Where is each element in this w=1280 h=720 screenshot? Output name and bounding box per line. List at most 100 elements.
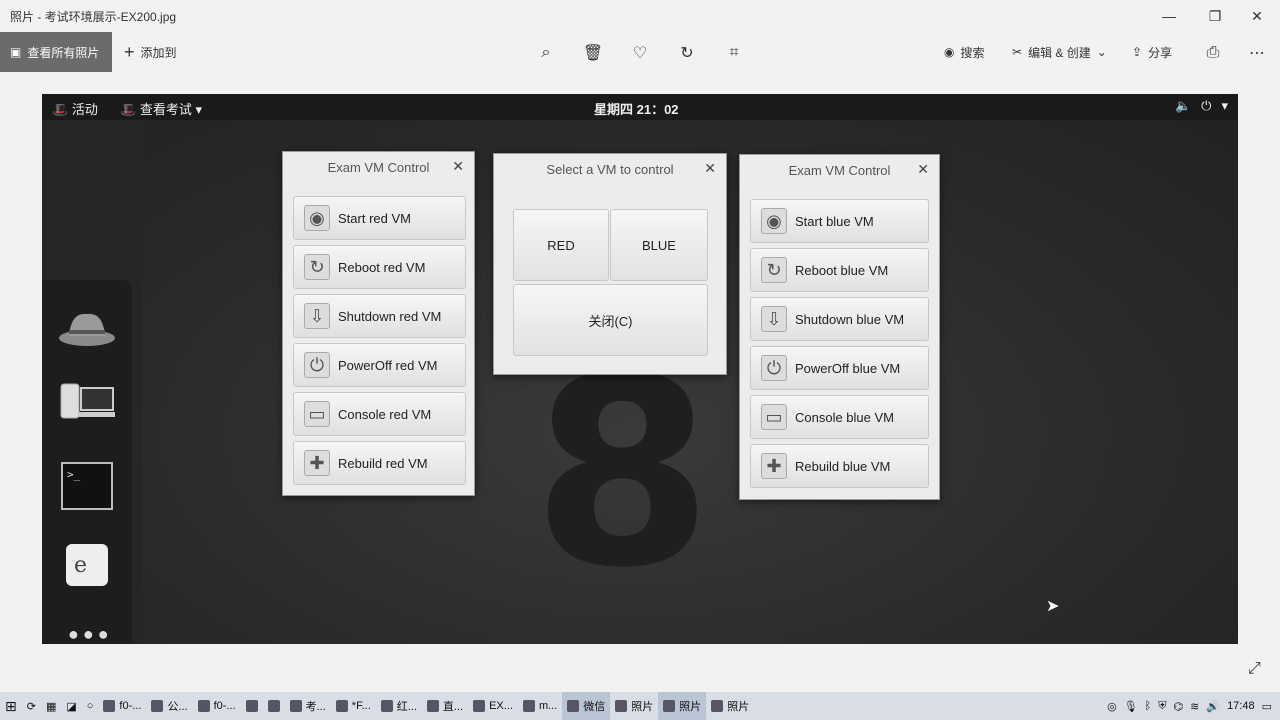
plus-icon: + [124,41,135,62]
activities-label: 活动 [71,102,98,117]
zoom-icon[interactable]: ⌕ [533,40,559,66]
reboot-blue-vm-button[interactable]: ↻ Reboot blue VM [750,248,929,292]
poweroff-red-vm-button[interactable]: ⏻ PowerOff red VM [293,343,466,387]
taskbar-item[interactable]: 照片 [658,692,707,720]
console-blue-vm-button[interactable]: ▭ Console blue VM [750,395,929,439]
shutdown-red-vm-button[interactable]: ⇩ Shutdown red VM [293,294,466,338]
start-blue-vm-button[interactable]: ◉ Start blue VM [750,199,929,243]
poweroff-blue-vm-button[interactable]: ⏻ PowerOff blue VM [750,346,929,390]
tray-icon[interactable]: ◎ [1107,700,1117,713]
fullscreen-icon[interactable]: ⤢ [1248,660,1261,678]
reboot-red-vm-button[interactable]: ↻ Reboot red VM [293,245,466,289]
shutdown-blue-vm-button[interactable]: ⇩ Shutdown blue VM [750,297,929,341]
background-logo: 8 [532,323,713,625]
taskbar-label: 微信 [583,701,606,713]
rotate-icon[interactable]: ↻ [674,40,700,66]
edit-create-button[interactable]: ✂ 编辑 & 创建 ⌄ [1012,38,1107,66]
dock-terminal-app[interactable]: >_ [54,460,120,512]
share-button[interactable]: ⇪ 分享 [1132,38,1172,66]
mic-icon[interactable]: 🎙 [1124,700,1138,713]
app-button[interactable] [241,692,263,720]
add-to-button[interactable]: + 添加到 [124,38,177,66]
taskbar-label: 直... [442,701,464,713]
app-icon [522,700,535,712]
refresh-icon: ⟳ [26,700,36,713]
taskbar-item[interactable]: 照片 [610,692,658,720]
print-icon[interactable]: ⎙ [1200,40,1226,66]
taskbar-item[interactable]: m... [518,692,562,720]
taskbar-item[interactable]: f0-... [193,692,241,720]
dialog-title: Exam VM Control [788,163,891,178]
dock-editor-app[interactable]: e [54,542,120,588]
app-icon [335,700,348,712]
taskview-button[interactable]: ⟳ [22,692,41,720]
system-tray: ◎ 🎙 ᛒ ⛨ ⌬ ≋ 🔊 17:48 ▭ [1107,692,1280,720]
network-icon[interactable]: ⌬ [1174,700,1184,713]
view-all-photos-label: 查看所有照片 [27,45,100,60]
wechat-icon [567,700,580,712]
dialog-header: Exam VM Control ✕ [283,152,474,182]
taskbar-item[interactable]: *F... [331,692,376,720]
app-button[interactable] [263,692,285,720]
clock[interactable]: 星期四 21：02 [594,99,679,118]
close-window-button[interactable]: ✕ [1234,4,1280,28]
search-button[interactable]: ◉ 搜索 [944,38,985,66]
app-icon: ◪ [66,700,77,713]
taskbar-item[interactable]: f0-... [98,692,146,720]
start-button[interactable]: ⊞ [0,692,22,720]
start-red-vm-button[interactable]: ◉ Start red VM [293,196,466,240]
close-button[interactable]: 关闭(C) [513,284,708,356]
close-icon[interactable]: ✕ [704,160,716,177]
console-red-vm-button[interactable]: ▭ Console red VM [293,392,466,436]
favorite-icon[interactable]: ♡ [627,40,653,66]
dock-vm-app[interactable] [54,380,120,424]
app-icon [473,700,486,712]
app-menu[interactable]: 🎩 查看考试 ▾ [120,99,202,118]
red-vm-button[interactable]: RED [513,209,609,281]
activities-button[interactable]: 🎩 活动 [52,99,98,118]
taskbar-item[interactable]: 照片 [706,692,754,720]
dock-redhat-app[interactable] [54,302,120,352]
wifi-icon[interactable]: ≋ [1190,700,1199,713]
taskbar-item[interactable]: EX... [468,692,518,720]
taskbar-label: *F... [351,700,371,712]
app-button[interactable]: ◪ [61,692,81,720]
delete-icon[interactable]: 🗑 [580,40,606,66]
taskbar-label: 照片 [631,701,654,713]
photo-icon: ▣ [10,45,22,59]
add-to-label: 添加到 [140,45,177,60]
more-icon[interactable]: ⋯ [1244,40,1270,66]
show-apps-icon[interactable]: ●●● [68,624,113,644]
terminal-icon: >_ [61,462,113,510]
app-icon [197,700,210,712]
dialog-title: Select a VM to control [546,162,674,177]
taskbar-item[interactable]: 红... [376,692,422,720]
rebuild-blue-vm-button[interactable]: ✚ Rebuild blue VM [750,444,929,488]
notification-icon[interactable]: ▭ [1262,700,1272,713]
bluetooth-icon[interactable]: ᛒ [1145,700,1152,712]
close-icon[interactable]: ✕ [917,161,929,178]
photos-icon [663,700,676,712]
taskbar-item[interactable]: 公... [146,692,192,720]
crop-icon[interactable]: ⌗ [721,40,747,66]
rebuild-red-vm-button[interactable]: ✚ Rebuild red VM [293,441,466,485]
system-tray[interactable]: 🔈 ⏻ ▾ [1175,98,1228,114]
power-icon: ⏻ [761,355,787,381]
search-label: 搜索 [960,45,985,60]
close-icon[interactable]: ✕ [452,158,464,175]
clock[interactable]: 17:48 [1227,700,1255,712]
shield-icon[interactable]: ⛨ [1158,700,1166,713]
volume-icon[interactable]: 🔊 [1206,700,1220,713]
app-button[interactable]: ○ [82,692,99,720]
maximize-button[interactable]: ❐ [1192,4,1238,28]
taskbar-item[interactable]: 考... [285,692,331,720]
reboot-icon: ↻ [304,254,330,280]
app-button[interactable]: ▦ [41,692,61,720]
view-all-photos-button[interactable]: ▣ 查看所有照片 [0,32,112,72]
blue-vm-control-dialog: Exam VM Control ✕ ◉ Start blue VM ↻ Reboot… [739,154,940,500]
blue-vm-button[interactable]: BLUE [610,209,708,281]
minimize-button[interactable]: — [1146,4,1192,28]
app-icon [245,700,258,712]
taskbar-item[interactable]: 微信 [562,692,611,720]
taskbar-item[interactable]: 直... [422,692,468,720]
